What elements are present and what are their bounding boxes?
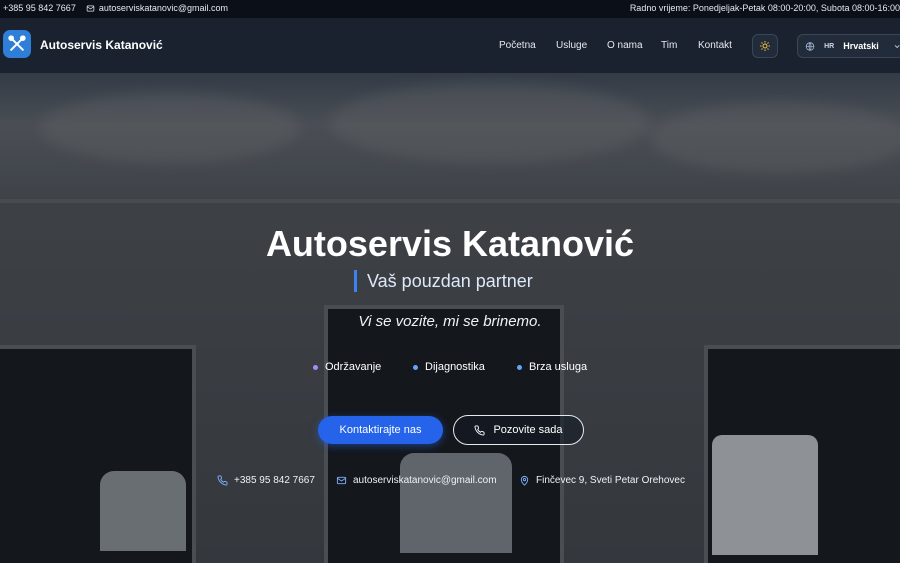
feature-label: Dijagnostika	[425, 361, 485, 373]
nav-item-o-nama[interactable]: O nama	[607, 40, 643, 51]
feature-dijagnostika: Dijagnostika	[413, 361, 485, 373]
theme-toggle-button[interactable]	[752, 34, 778, 58]
feature-dot	[517, 364, 522, 370]
feature-dot	[313, 364, 318, 370]
mail-icon	[336, 476, 347, 485]
top-info-bar: +385 95 842 7667 autoserviskatanovic@gma…	[0, 0, 900, 18]
location-pin-icon	[520, 475, 529, 486]
feature-dot	[413, 364, 418, 370]
top-phone[interactable]: +385 95 842 7667	[3, 3, 76, 13]
top-contact-group: +385 95 842 7667 autoserviskatanovic@gma…	[3, 3, 228, 13]
working-hours: Radno vrijeme: Ponedjeljak-Petak 08:00-2…	[629, 3, 900, 13]
top-phone-text: +385 95 842 7667	[3, 3, 76, 13]
phone-icon	[474, 424, 485, 435]
top-email-text: autoserviskatanovic@gmail.com	[98, 3, 229, 13]
logo[interactable]	[3, 30, 31, 58]
hero-email-text: autoserviskatanovic@gmail.com	[353, 475, 497, 486]
top-email[interactable]: autoserviskatanovic@gmail.com	[86, 3, 228, 13]
hero-email[interactable]: autoserviskatanovic@gmail.com	[336, 475, 497, 486]
language-label: Hrvatski	[843, 41, 879, 51]
language-selector[interactable]: HR Hrvatski	[797, 34, 900, 58]
phone-icon	[217, 475, 228, 486]
brand-name[interactable]: Autoservis Katanović	[40, 38, 163, 52]
main-navbar: Autoservis Katanović Početna Usluge O na…	[0, 18, 900, 74]
chevron-down-icon	[894, 44, 900, 48]
hero-phone-text: +385 95 842 7667	[234, 475, 315, 486]
feature-odrzavanje: Održavanje	[313, 361, 381, 373]
feature-label: Održavanje	[325, 361, 382, 373]
nav-item-kontakt[interactable]: Kontakt	[698, 40, 732, 51]
globe-icon	[805, 41, 815, 51]
call-now-button[interactable]: Pozovite sada	[453, 415, 584, 445]
contact-us-button[interactable]: Kontaktirajte nas	[318, 416, 443, 444]
nav-item-pocetna[interactable]: Početna	[499, 40, 536, 51]
feature-brza-usluga: Brza usluga	[517, 361, 587, 373]
call-now-label: Pozovite sada	[493, 424, 563, 436]
hero-tagline: Vi se vozite, mi se brinemo.	[358, 313, 542, 330]
hero-address: Finčevec 9, Sveti Petar Orehovec	[519, 475, 685, 486]
hero-phone[interactable]: +385 95 842 7667	[217, 475, 315, 486]
hero-subtitle: Vaš pouzdan partner	[354, 270, 533, 292]
wrench-screwdriver-icon	[8, 35, 26, 51]
hero-address-text: Finčevec 9, Sveti Petar Orehovec	[536, 475, 685, 486]
hero-title: Autoservis Katanović	[265, 223, 635, 264]
nav-item-usluge[interactable]: Usluge	[556, 40, 587, 51]
mail-icon	[86, 5, 95, 11]
sun-icon	[760, 41, 770, 51]
nav-item-tim[interactable]: Tim	[661, 40, 677, 51]
language-code: HR	[824, 42, 835, 50]
hero-section: Autoservis Katanović Vaš pouzdan partner…	[0, 73, 900, 563]
feature-label: Brza usluga	[529, 361, 588, 373]
